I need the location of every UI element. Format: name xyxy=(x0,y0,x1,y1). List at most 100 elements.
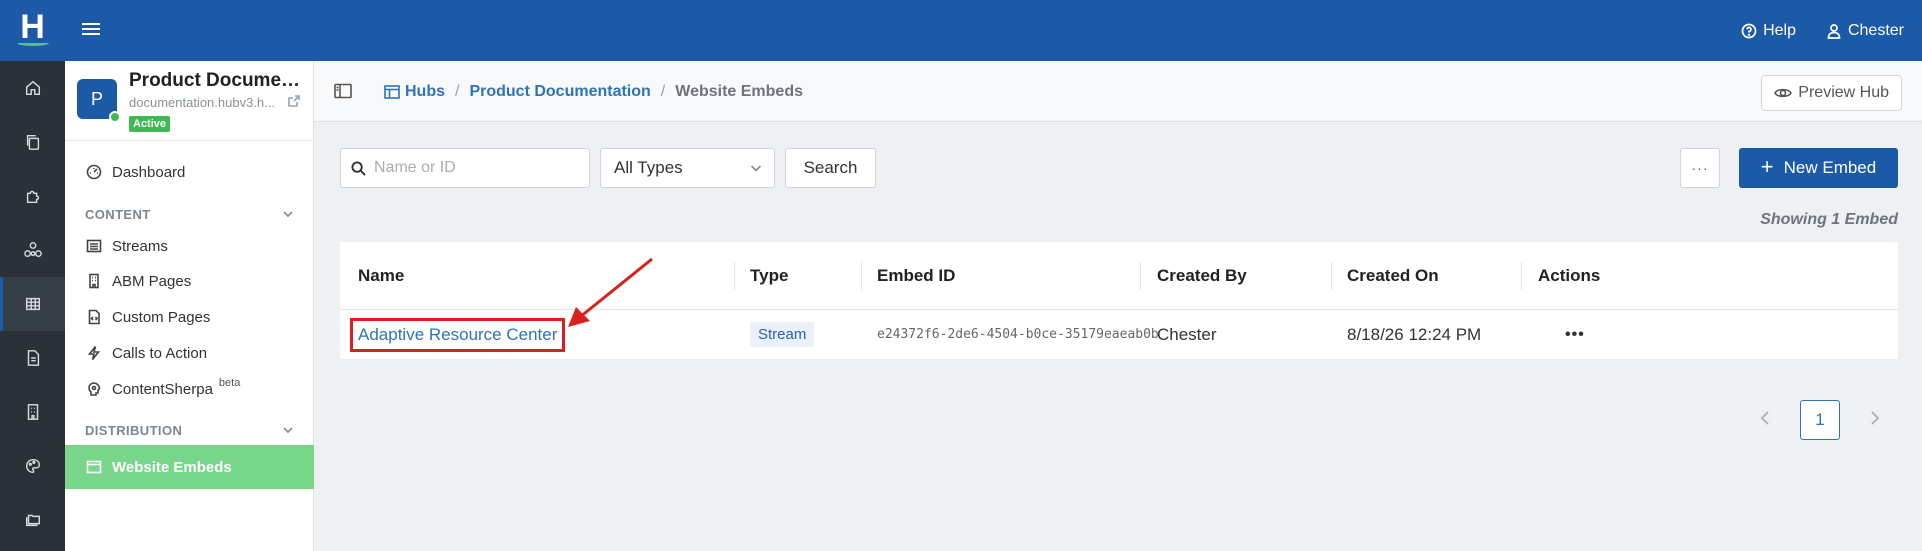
status-badge: Active xyxy=(129,116,171,132)
result-count: Showing 1 Embed xyxy=(1760,211,1898,228)
user-menu[interactable]: Chester xyxy=(1826,22,1904,40)
hamburger-line xyxy=(82,23,100,25)
list-icon xyxy=(86,239,102,253)
search-field[interactable] xyxy=(340,148,590,188)
top-right-menu: Help Chester xyxy=(1741,0,1904,61)
chevron-left-icon xyxy=(1760,410,1769,425)
sidebar-item-label: Website Embeds xyxy=(112,458,232,476)
rail-network[interactable] xyxy=(0,223,65,277)
rail-home[interactable] xyxy=(0,61,65,115)
lightning-icon xyxy=(87,346,101,360)
code-file-icon xyxy=(88,309,100,325)
beta-badge: beta xyxy=(218,377,241,389)
hamburger-line xyxy=(82,33,100,35)
section-distribution[interactable]: DISTRIBUTION xyxy=(65,415,314,445)
chevron-right-icon xyxy=(1871,410,1880,425)
search-input[interactable] xyxy=(374,159,574,177)
embed-name-cell: Adaptive Resource Center xyxy=(350,310,566,359)
sidebar-item-website-embeds[interactable]: Website Embeds xyxy=(65,445,314,489)
prev-page-button[interactable] xyxy=(1760,410,1770,430)
annotation-arrow xyxy=(568,257,653,327)
rail-folders[interactable] xyxy=(0,493,65,547)
new-embed-label: New Embed xyxy=(1783,158,1877,177)
created-by-cell: Chester xyxy=(1157,324,1217,344)
sidebar: P Product Documentation documentation.hu… xyxy=(65,61,314,551)
panel-toggle-button[interactable] xyxy=(334,83,352,99)
embed-id-cell: e24372f6-2de6-4504-b0ce-35179eaeab0b xyxy=(877,327,1159,342)
sidebar-item-label: Streams xyxy=(112,237,168,255)
palette-icon xyxy=(25,458,40,474)
hub-online-dot xyxy=(109,111,121,123)
grid-icon xyxy=(25,297,40,311)
document-icon xyxy=(27,350,39,366)
column-header-actions: Actions xyxy=(1538,266,1601,285)
external-link-icon[interactable] xyxy=(288,94,300,107)
column-header-created-by[interactable]: Created By xyxy=(1157,242,1247,310)
folders-icon xyxy=(25,514,40,527)
sidebar-item-dashboard[interactable]: Dashboard xyxy=(65,150,314,194)
rail-document[interactable] xyxy=(0,331,65,385)
rail-copy[interactable] xyxy=(0,115,65,169)
column-divider xyxy=(861,262,862,290)
type-filter-select[interactable]: All Types xyxy=(600,148,775,188)
network-icon xyxy=(23,242,42,258)
rail-grid[interactable] xyxy=(0,277,65,331)
search-icon xyxy=(351,160,366,176)
main-content: Hubs / Product Documentation / Website E… xyxy=(314,61,1922,551)
embed-type-cell: Stream xyxy=(750,310,815,359)
column-header-name[interactable]: Name xyxy=(358,242,404,310)
chevron-down-icon xyxy=(750,165,762,172)
column-divider xyxy=(1140,262,1141,290)
preview-hub-button[interactable]: Preview Hub xyxy=(1761,75,1902,111)
rail-puzzle[interactable] xyxy=(0,169,65,223)
copy-icon xyxy=(26,134,39,150)
column-header-type[interactable]: Type xyxy=(750,242,788,310)
hub-url[interactable]: documentation.hubv3.h... xyxy=(129,95,289,110)
column-divider xyxy=(1521,262,1522,290)
breadcrumb-separator: / xyxy=(660,82,666,100)
building-icon xyxy=(27,404,38,420)
chevron-down-icon xyxy=(283,211,293,218)
building-icon xyxy=(89,273,99,289)
page-number-button[interactable]: 1 xyxy=(1800,400,1840,440)
hamburger-line xyxy=(82,28,100,30)
type-badge: Stream xyxy=(750,322,815,347)
row-actions-button[interactable]: ••• xyxy=(1565,326,1585,344)
sidebar-item-label: Dashboard xyxy=(112,163,186,181)
breadcrumb-hubs[interactable]: Hubs xyxy=(405,83,445,101)
preview-hub-label: Preview Hub xyxy=(1798,84,1889,101)
section-label: DISTRIBUTION xyxy=(85,422,183,438)
sidebar-item-contentsherpa[interactable]: ContentSherpa beta xyxy=(65,367,314,411)
home-icon xyxy=(25,80,40,96)
sidebar-item-label: Calls to Action xyxy=(112,344,208,362)
more-options-button[interactable]: ··· xyxy=(1680,148,1720,188)
gauge-icon xyxy=(86,164,102,180)
app-logo[interactable]: H xyxy=(0,0,65,61)
user-label: Chester xyxy=(1847,21,1904,39)
column-header-created-on[interactable]: Created On xyxy=(1347,242,1439,310)
column-divider xyxy=(1331,262,1332,290)
breadcrumb: Hubs / Product Documentation / Website E… xyxy=(384,61,803,122)
new-embed-button[interactable]: + New Embed xyxy=(1739,148,1898,188)
top-bar: Help Chester xyxy=(65,0,1922,61)
breadcrumb-separator: / xyxy=(455,82,460,100)
column-header-embed-id[interactable]: Embed ID xyxy=(877,242,955,310)
help-link[interactable]: Help xyxy=(1741,22,1796,40)
breadcrumb-bar: Hubs / Product Documentation / Website E… xyxy=(314,61,1922,122)
rail-palette[interactable] xyxy=(0,439,65,493)
rail-building[interactable] xyxy=(0,385,65,439)
breadcrumb-current: Website Embeds xyxy=(675,82,803,100)
breadcrumb-hub[interactable]: Product Documentation xyxy=(469,83,650,101)
search-button[interactable]: Search xyxy=(785,148,876,188)
puzzle-icon xyxy=(26,190,39,204)
help-icon xyxy=(1741,23,1757,38)
hub-title: Product Documentation xyxy=(129,70,307,91)
sidebar-item-label: ABM Pages xyxy=(112,272,192,290)
window-icon xyxy=(86,460,102,474)
menu-toggle-button[interactable] xyxy=(82,20,100,38)
sidebar-item-label: Custom Pages xyxy=(112,308,211,326)
next-page-button[interactable] xyxy=(1870,410,1880,430)
sidebar-panel-icon xyxy=(334,83,352,99)
embed-name-link[interactable]: Adaptive Resource Center xyxy=(350,317,566,352)
app-rail: H xyxy=(0,0,65,551)
